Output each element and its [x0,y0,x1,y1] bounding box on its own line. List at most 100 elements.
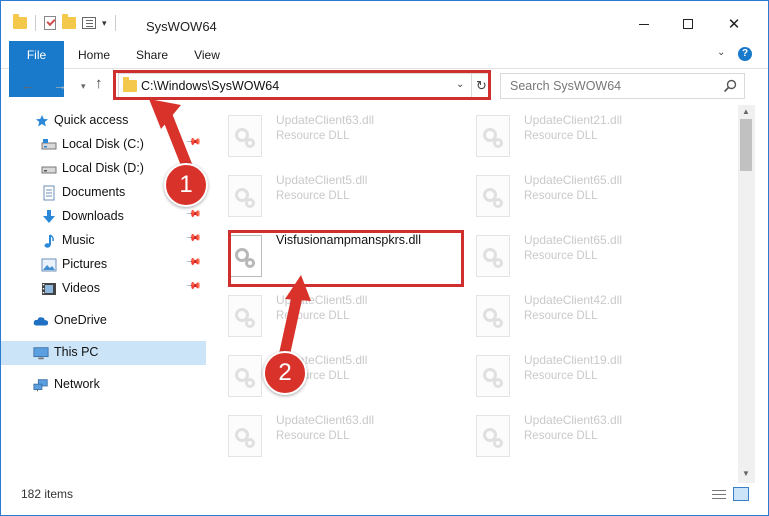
nav-label: Quick access [54,113,129,127]
file-item[interactable]: UpdateClient19.dll Resource DLL [464,345,704,401]
nav-item-quick-access[interactable]: Quick access [1,109,206,133]
nav-item-videos[interactable]: Videos 📌 [1,277,206,301]
search-placeholder: Search SysWOW64 [510,79,622,93]
drive-icon [41,161,57,177]
recent-locations-icon[interactable]: ▾ [81,81,86,92]
divider [114,15,116,31]
nav-label: Local Disk (D:) [62,161,144,175]
scroll-up-icon[interactable]: ▲ [742,107,750,116]
scroll-thumb[interactable] [740,119,752,171]
file-item[interactable]: UpdateClient63.dll Resource DLL [464,405,704,461]
file-name: UpdateClient21.dll [524,113,623,127]
nav-item-pictures[interactable]: Pictures 📌 [1,253,206,277]
folder-icon[interactable] [13,14,27,29]
address-highlight-box [113,70,491,100]
file-name: UpdateClient42.dll [524,293,623,307]
file-name: UpdateClient5.dll [276,293,368,307]
download-icon [41,209,57,225]
pin-icon: 📌 [184,206,202,223]
scroll-down-icon[interactable]: ▼ [742,469,750,478]
dll-file-icon [476,415,510,457]
dll-file-icon [228,355,262,397]
chevron-down-icon[interactable]: ▾ [102,18,107,29]
file-description: Resource DLL [524,190,598,202]
address-row: ← → ▾ ↑ C:\Windows\SysWOW64 ⌄ ↻ Search S… [1,69,768,103]
file-description: Resource DLL [524,250,598,262]
nav-label: Downloads [62,209,124,223]
details-view-icon[interactable] [712,489,726,501]
nav-item-music[interactable]: Music 📌 [1,229,206,253]
cloud-icon [33,313,49,329]
video-icon [41,281,57,297]
file-item[interactable]: UpdateClient63.dll Resource DLL [216,405,456,461]
divider [35,15,36,31]
pin-icon: 📌 [184,278,202,295]
nav-item-downloads[interactable]: Downloads 📌 [1,205,206,229]
tab-view[interactable]: View [187,41,227,69]
network-icon [33,377,49,393]
file-description: Resource DLL [276,130,350,142]
file-item[interactable]: UpdateClient65.dll Resource DLL [464,225,704,281]
ribbon-tabs: File Home Share View ⌄ ? [1,41,768,97]
file-description: Resource DLL [524,310,598,322]
file-description: Resource DLL [524,370,598,382]
nav-item-this-pc[interactable]: This PC [1,341,206,365]
title-bar: ▾ SysWOW64 ✕ [1,1,768,41]
document-icon [41,185,57,201]
nav-item-local-disk-c[interactable]: Local Disk (C:) 📌 [1,133,206,157]
dll-file-icon [228,295,262,337]
vertical-scrollbar[interactable]: ▲ ▼ [738,105,755,483]
file-item[interactable]: UpdateClient5.dll Resource DLL [216,285,456,341]
file-name: UpdateClient65.dll [524,233,623,247]
search-icon[interactable] [723,79,737,93]
star-icon [34,113,50,129]
dll-file-icon [228,115,262,157]
tab-home[interactable]: Home [71,41,117,69]
file-item[interactable]: UpdateClient21.dll Resource DLL [464,105,704,161]
item-count: 182 items [21,487,74,501]
file-item[interactable]: UpdateClient5.dll Resource DLL [216,165,456,221]
file-item[interactable]: UpdateClient63.dll Resource DLL [216,105,456,161]
explorer-window: ▾ SysWOW64 ✕ File Home Share View ⌄ ? ← … [0,0,769,516]
file-description: Resource DLL [524,430,598,442]
nav-item-network[interactable]: Network [1,373,206,397]
close-button[interactable]: ✕ [711,9,757,39]
pin-icon: 📌 [184,254,202,271]
nav-label: This PC [54,345,99,359]
up-arrow-icon[interactable]: ↑ [95,75,103,92]
file-name: UpdateClient63.dll [524,413,623,427]
file-item[interactable]: UpdateClient65.dll Resource DLL [464,165,704,221]
new-folder-icon[interactable] [62,14,76,29]
navigation-pane: Quick access Local Disk (C:) 📌 Local Dis… [1,105,206,483]
dll-file-icon [228,175,262,217]
maximize-button[interactable] [665,9,711,39]
search-input[interactable]: Search SysWOW64 [500,73,745,99]
forward-arrow-icon[interactable]: → [53,77,67,93]
nav-item-onedrive[interactable]: OneDrive [1,309,206,333]
drive-icon [41,137,57,153]
file-item[interactable]: UpdateClient5.dll Resource DLL [216,345,456,401]
properties-check-icon[interactable] [44,16,56,30]
nav-label: Network [54,377,100,391]
dll-file-icon [476,295,510,337]
nav-label: Documents [62,185,126,199]
file-name: UpdateClient65.dll [524,173,623,187]
file-description: Resource DLL [276,430,350,442]
file-name: UpdateClient5.dll [276,173,368,187]
minimize-button[interactable] [621,9,667,39]
nav-label: Pictures [62,257,108,271]
file-item[interactable]: UpdateClient42.dll Resource DLL [464,285,704,341]
maximize-icon [683,19,693,29]
nav-label: OneDrive [54,313,107,327]
back-arrow-icon[interactable]: ← [21,77,35,93]
help-icon[interactable]: ? [738,47,752,61]
file-name: UpdateClient63.dll [276,113,375,127]
expand-ribbon-icon[interactable]: ⌄ [717,47,725,58]
dll-file-icon [476,235,510,277]
music-icon [41,233,57,249]
tab-share[interactable]: Share [131,41,173,69]
large-icons-view-icon[interactable] [733,487,749,501]
customize-toolbar-icon[interactable] [82,17,96,29]
file-name: UpdateClient19.dll [524,353,623,367]
dll-file-icon [476,355,510,397]
